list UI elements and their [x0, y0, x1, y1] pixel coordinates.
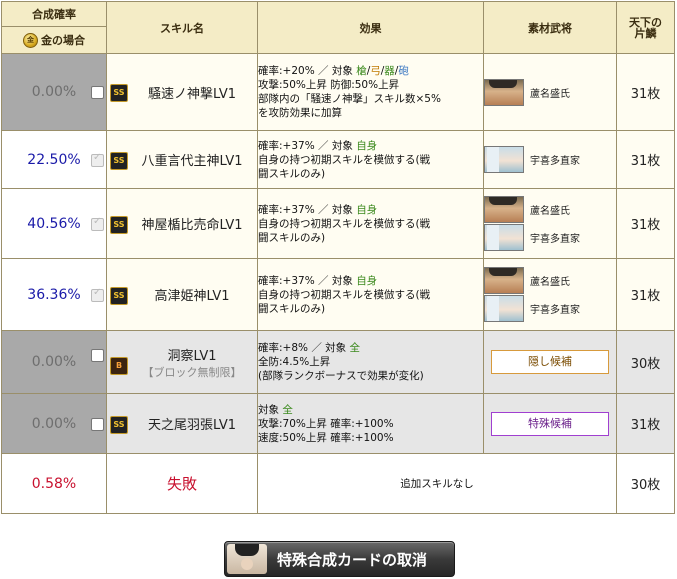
general-portrait-icon — [484, 196, 524, 223]
tenka-count: 31枚 — [616, 53, 675, 131]
table-row: 22.50% SS 八重言代主神LV1 確率:+37% ／ 対象 自身 自身の持… — [1, 130, 675, 189]
select-checkbox[interactable] — [91, 216, 104, 231]
materials-cell: 隠し候補 — [483, 330, 617, 394]
table-row: 0.00% SS 騒速ノ神撃LV1 確率:+20% ／ 対象 槍/弓/器/砲 攻… — [1, 53, 675, 131]
effect-cell: 対象 全 攻撃:70%上昇 確率:+100% 速度:50%上昇 確率:+100% — [257, 393, 484, 454]
tenka-count: 31枚 — [616, 130, 675, 189]
rank-ss-icon: SS — [110, 215, 128, 234]
special-candidate-button[interactable]: 特殊候補 — [491, 411, 609, 436]
general-portrait-icon — [484, 224, 524, 251]
rate-cell: 0.58% — [1, 453, 107, 514]
table-row: 0.00% B 洞察LV1 【ブロック無制限】 確率:+8% ／ 対象 全 全防… — [1, 330, 675, 394]
header-rate: 合成確率 — [1, 1, 107, 27]
materials-cell: 宇喜多直家 — [483, 130, 617, 189]
general-portrait-icon — [484, 146, 524, 173]
header-materials: 素材武将 — [483, 1, 617, 54]
skill-cell: SS 天之尾羽張LV1 — [91, 393, 258, 454]
skill-name: 八重言代主神LV1 — [141, 154, 243, 169]
failure-label: 失敗 — [166, 475, 197, 493]
header-tenka: 天下の 片鱗 — [616, 1, 675, 54]
skill-name: 天之尾羽張LV1 — [148, 418, 236, 433]
table-row: 0.58% 失敗 追加スキルなし 30枚 — [1, 453, 675, 514]
effect-cell: 確率:+20% ／ 対象 槍/弓/器/砲 攻撃:50%上昇 防御:50%上昇 部… — [257, 53, 484, 131]
skill-name: 騒速ノ神撃LV1 — [148, 86, 236, 102]
tenka-count: 30枚 — [616, 453, 675, 514]
failure-cell: 失敗 — [106, 453, 258, 514]
effect-cell: 追加スキルなし — [257, 453, 617, 514]
general-face-icon — [227, 544, 267, 574]
gold-coin-icon: 金 — [23, 32, 38, 48]
select-checkbox[interactable] — [91, 417, 104, 431]
hidden-candidate-button[interactable]: 隠し候補 — [491, 350, 609, 374]
tenka-count: 31枚 — [616, 258, 675, 331]
materials-cell: 蘆名盛氏 宇喜多直家 — [483, 188, 617, 259]
skill-name: 神屋楯比売命LV1 — [141, 218, 243, 233]
tenka-count: 31枚 — [616, 393, 675, 454]
skill-cell: SS 高津姫神LV1 — [91, 258, 258, 331]
general-portrait-icon — [484, 267, 524, 294]
cancel-special-card-button[interactable]: 特殊合成カードの取消 — [224, 541, 455, 577]
tenka-count: 30枚 — [616, 330, 675, 394]
select-checkbox[interactable] — [91, 86, 104, 99]
cancel-label: 特殊合成カードの取消 — [277, 550, 428, 569]
header-gold: 金金の場合 — [1, 26, 107, 54]
table-row: 40.56% SS 神屋楯比売命LV1 確率:+37% ／ 対象 自身 自身の持… — [1, 188, 675, 259]
general-portrait-icon — [484, 78, 524, 106]
general-portrait-icon — [484, 295, 524, 322]
skill-name: 洞察LV1 — [167, 348, 217, 364]
table-row: 0.00% SS 天之尾羽張LV1 対象 全 攻撃:70%上昇 確率:+100%… — [1, 393, 675, 454]
skill-cell: SS 騒速ノ神撃LV1 — [91, 53, 258, 131]
table-row: 36.36% SS 高津姫神LV1 確率:+37% ／ 対象 自身 自身の持つ初… — [1, 258, 675, 331]
materials-cell: 特殊候補 — [483, 393, 617, 454]
select-checkbox[interactable] — [91, 349, 104, 362]
rank-ss-icon: SS — [110, 286, 128, 305]
materials-cell: 蘆名盛氏 — [483, 53, 617, 131]
effect-cell: 確率:+37% ／ 対象 自身 自身の持つ初期スキルを模倣する(戦 闘スキルのみ… — [257, 258, 484, 331]
select-checkbox[interactable] — [91, 287, 104, 302]
rank-ss-icon: SS — [110, 151, 128, 170]
rank-ss-icon: SS — [110, 84, 128, 102]
rank-b-icon: B — [110, 356, 128, 375]
select-checkbox[interactable] — [91, 152, 104, 167]
skill-name: 高津姫神LV1 — [154, 289, 230, 304]
skill-note: 【ブロック無制限】 — [142, 365, 242, 379]
header-effect: 効果 — [257, 1, 484, 54]
skill-cell: B 洞察LV1 【ブロック無制限】 — [91, 330, 258, 394]
skill-cell: SS 神屋楯比売命LV1 — [91, 188, 258, 259]
header-skill-name: スキル名 — [106, 1, 258, 54]
rate-cell: 0.00% — [1, 330, 107, 394]
effect-cell: 確率:+8% ／ 対象 全 全防:4.5%上昇 (部隊ランクボーナスで効果が変化… — [257, 330, 484, 394]
skill-cell: SS 八重言代主神LV1 — [91, 130, 258, 189]
synthesis-table: 合成確率 スキル名 効果 素材武将 天下の 片鱗 金金の場合 0.00% SS 騒… — [1, 1, 675, 514]
skill-synthesis-panel: 合成確率 スキル名 効果 素材武将 天下の 片鱗 金金の場合 0.00% SS 騒… — [0, 0, 677, 579]
materials-cell: 蘆名盛氏 宇喜多直家 — [483, 258, 617, 331]
effect-cell: 確率:+37% ／ 対象 自身 自身の持つ初期スキルを模倣する(戦 闘スキルのみ… — [257, 130, 484, 189]
rank-ss-icon: SS — [110, 415, 128, 434]
tenka-count: 31枚 — [616, 188, 675, 259]
effect-cell: 確率:+37% ／ 対象 自身 自身の持つ初期スキルを模倣する(戦 闘スキルのみ… — [257, 188, 484, 259]
